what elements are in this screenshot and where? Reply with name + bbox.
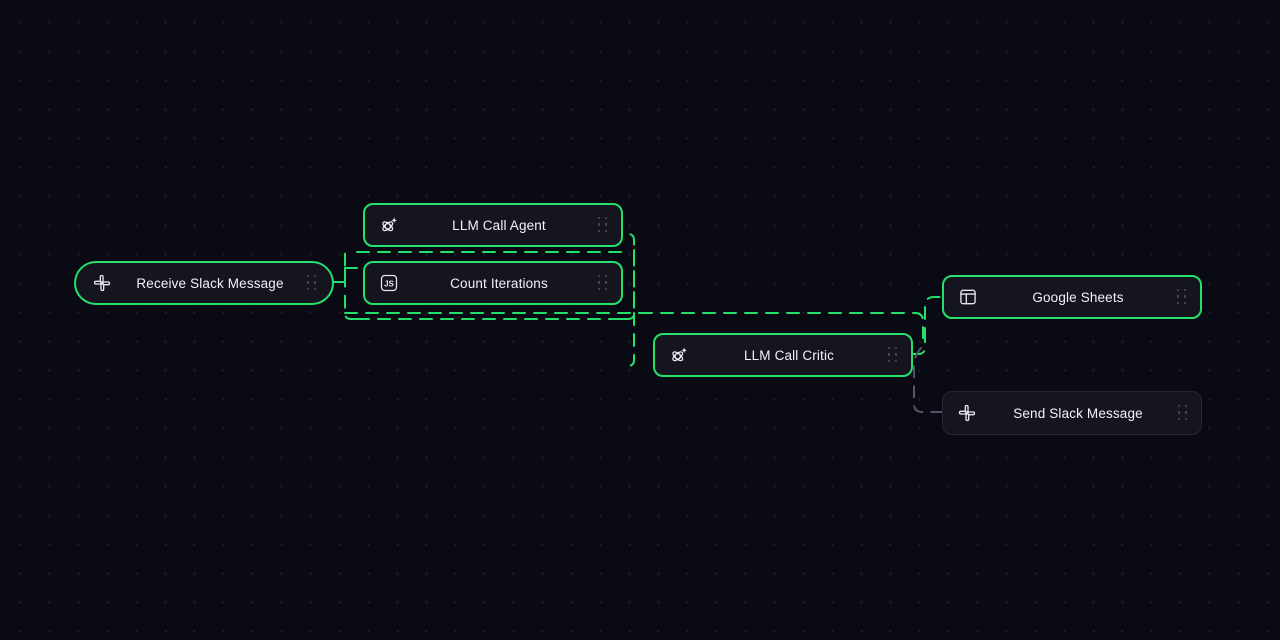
drag-handle[interactable]: [887, 346, 899, 364]
node-label: Count Iterations: [450, 275, 548, 291]
edge-critic-to-google-sheets: [924, 296, 943, 341]
slack-icon: [90, 271, 114, 295]
node-label: LLM Call Critic: [743, 347, 834, 363]
llm-atom-sparkle-icon: [667, 343, 691, 367]
edge-layer: [333, 233, 943, 413]
node-count-iterations[interactable]: JS Count Iterations: [363, 261, 623, 305]
svg-text:JS: JS: [384, 279, 394, 288]
edge-critic-to-send-slack: [913, 347, 943, 413]
node-label: LLM Call Agent: [452, 217, 546, 233]
spreadsheet-icon: [956, 285, 980, 309]
edge-loop-inner-left: [344, 251, 358, 320]
workflow-canvas[interactable]: Receive Slack Message LLM Call Agent JS: [0, 0, 1280, 640]
drag-handle[interactable]: [597, 216, 609, 234]
node-google-sheets[interactable]: Google Sheets: [942, 275, 1202, 319]
edge-trigger-to-loop: [333, 267, 358, 283]
drag-handle[interactable]: [1176, 288, 1188, 306]
node-llm-call-critic[interactable]: LLM Call Critic: [653, 333, 913, 377]
llm-atom-sparkle-icon: [377, 213, 401, 237]
drag-handle[interactable]: [306, 274, 318, 292]
javascript-icon: JS: [377, 271, 401, 295]
node-label: Google Sheets: [1032, 289, 1124, 305]
slack-icon: [955, 401, 979, 425]
edge-critic-junction: [912, 339, 926, 355]
edge-loop-inner-right: [621, 233, 635, 320]
drag-handle[interactable]: [597, 274, 609, 292]
node-receive-slack-message[interactable]: Receive Slack Message: [74, 261, 334, 305]
edge-loop-outer-bottom: [345, 319, 634, 361]
node-send-slack-message[interactable]: Send Slack Message: [942, 391, 1202, 435]
node-llm-call-agent[interactable]: LLM Call Agent: [363, 203, 623, 247]
drag-handle[interactable]: [1177, 404, 1189, 422]
node-label: Receive Slack Message: [136, 275, 284, 291]
node-label: Send Slack Message: [1013, 405, 1143, 421]
edge-loop-outer-left: [621, 249, 635, 367]
